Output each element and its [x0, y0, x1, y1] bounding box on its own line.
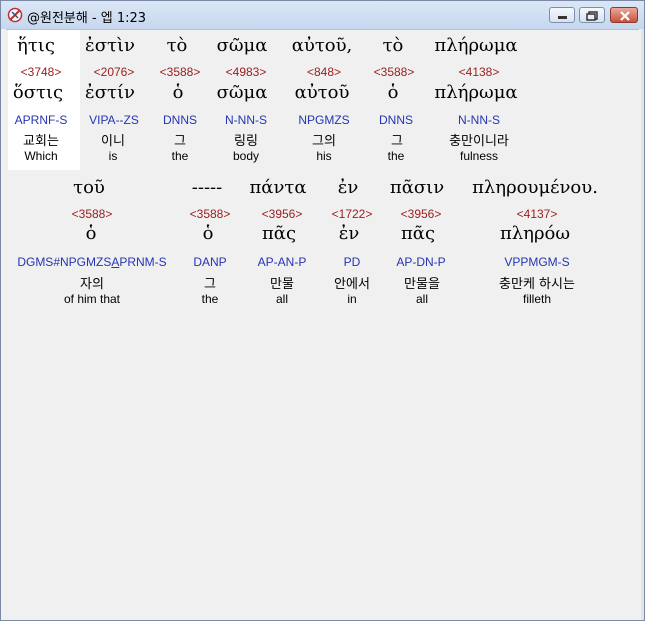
title-bar[interactable]: @원전분해 - 엡 1:23 [1, 1, 644, 29]
strong-number[interactable]: <2076> [94, 65, 135, 79]
strong-number[interactable]: <3956> [401, 207, 442, 221]
greek-word[interactable]: τὸ [167, 35, 188, 56]
english-gloss: the [171, 149, 189, 163]
greek-word[interactable]: πληρουμένου. [472, 177, 598, 198]
greek-word[interactable]: ἐστὶν [85, 35, 135, 56]
lemma: πᾶς [261, 223, 297, 244]
maximize-button[interactable] [579, 7, 605, 23]
english-gloss: the [201, 292, 219, 306]
parsing-code[interactable]: DNNS [379, 113, 413, 127]
strong-number[interactable]: <4137> [517, 207, 558, 221]
english-gloss: all [275, 292, 289, 306]
english-gloss: is [108, 149, 118, 163]
english-gloss: Which [24, 149, 58, 163]
strong-number[interactable]: <3588> [160, 65, 201, 79]
strong-number[interactable]: <848> [307, 65, 341, 79]
korean-gloss: 만물 [270, 277, 294, 292]
strong-number[interactable]: <3748> [21, 65, 62, 79]
korean-gloss: 충만케 하시는 [499, 277, 575, 292]
english-gloss: in [347, 292, 357, 306]
english-gloss: body [232, 149, 260, 163]
lemma: ὅστις [12, 82, 64, 103]
korean-gloss: 충만이니라 [449, 134, 509, 149]
app-window: @원전분해 - 엡 1:23 ἥτις ἐστὶν τὸ σῶμα αὐτοῦ,… [0, 0, 645, 621]
strong-number[interactable]: <3588> [72, 207, 113, 221]
lemma: πληρόω [499, 223, 571, 244]
korean-gloss: 그 [391, 134, 403, 149]
greek-word[interactable]: πᾶσιν [390, 177, 444, 198]
strong-number[interactable]: <3588> [374, 65, 415, 79]
strong-number[interactable]: <4983> [226, 65, 267, 79]
lemma: σῶμα [216, 82, 268, 103]
parsing-code[interactable]: PD [344, 255, 361, 269]
korean-gloss: 그 [204, 277, 216, 292]
strong-number[interactable]: <1722> [332, 207, 373, 221]
parsing-code[interactable]: APRNF-S [15, 113, 68, 127]
english-gloss: of him that [63, 292, 121, 306]
english-gloss: all [415, 292, 429, 306]
greek-word[interactable]: σῶμα [217, 35, 268, 56]
greek-word[interactable]: πάντα [249, 177, 306, 198]
greek-word[interactable]: ----- [192, 177, 222, 198]
strong-number[interactable]: <3588> [190, 207, 231, 221]
lemma: πᾶς [400, 223, 436, 244]
greek-word[interactable]: αὐτοῦ, [292, 35, 353, 56]
strong-number[interactable]: <4138> [459, 65, 500, 79]
english-gloss: fulness [459, 149, 499, 163]
close-icon [620, 11, 630, 21]
lemma: ὁ [202, 223, 214, 244]
minimize-icon [558, 16, 567, 19]
korean-gloss: 만물을 [404, 277, 440, 292]
parsing-code[interactable]: DANP [193, 255, 226, 269]
interlinear-view[interactable]: ἥτις ἐστὶν τὸ σῶμα αὐτοῦ, τὸ πλήρωμα <37… [6, 29, 639, 617]
parsing-code[interactable]: VPPMGM-S [504, 255, 569, 269]
english-gloss: his [316, 149, 332, 163]
korean-gloss: 안에서 [334, 277, 370, 292]
parsing-code[interactable]: VIPA--ZS [89, 113, 139, 127]
app-icon [7, 7, 23, 23]
english-gloss: the [387, 149, 405, 163]
lemma: ὁ [172, 82, 184, 103]
lemma: ἐστίν [85, 82, 135, 103]
greek-word[interactable]: τοῦ [73, 177, 105, 198]
parsing-code[interactable]: N-NN-S [225, 113, 267, 127]
lemma: αὐτοῦ [294, 82, 350, 103]
greek-word[interactable]: πλήρωμα [434, 35, 517, 56]
parsing-code[interactable]: DGMS#NPGMZSAPRNM-S [17, 255, 166, 269]
parsing-code[interactable]: NPGMZS [298, 113, 349, 127]
parsing-code[interactable]: N-NN-S [458, 113, 500, 127]
english-gloss: filleth [522, 292, 552, 306]
lemma: ἐν [338, 223, 360, 244]
lemma: ὁ [387, 82, 399, 103]
korean-gloss: 그의 [312, 134, 336, 149]
parsing-code[interactable]: AP-AN-P [258, 255, 307, 269]
close-button[interactable] [610, 7, 638, 23]
korean-gloss: 그 [174, 134, 186, 149]
minimize-button[interactable] [549, 7, 575, 23]
greek-word[interactable]: ἐν [338, 177, 359, 198]
lemma: ὁ [85, 223, 97, 244]
strong-number[interactable]: <3956> [262, 207, 303, 221]
restore-icon [586, 11, 598, 21]
greek-word[interactable]: ἥτις [17, 35, 55, 56]
parsing-code[interactable]: DNNS [163, 113, 197, 127]
greek-word[interactable]: τὸ [383, 35, 404, 56]
korean-gloss: 이니 [101, 134, 125, 149]
korean-gloss: 링링 [234, 134, 258, 149]
lemma: πλήρωμα [434, 82, 518, 103]
window-border [641, 29, 644, 620]
parsing-code[interactable]: AP-DN-P [396, 255, 445, 269]
window-title: @원전분해 - 엡 1:23 [27, 11, 147, 26]
korean-gloss: 교회는 [23, 134, 59, 149]
korean-gloss: 자의 [80, 277, 104, 292]
